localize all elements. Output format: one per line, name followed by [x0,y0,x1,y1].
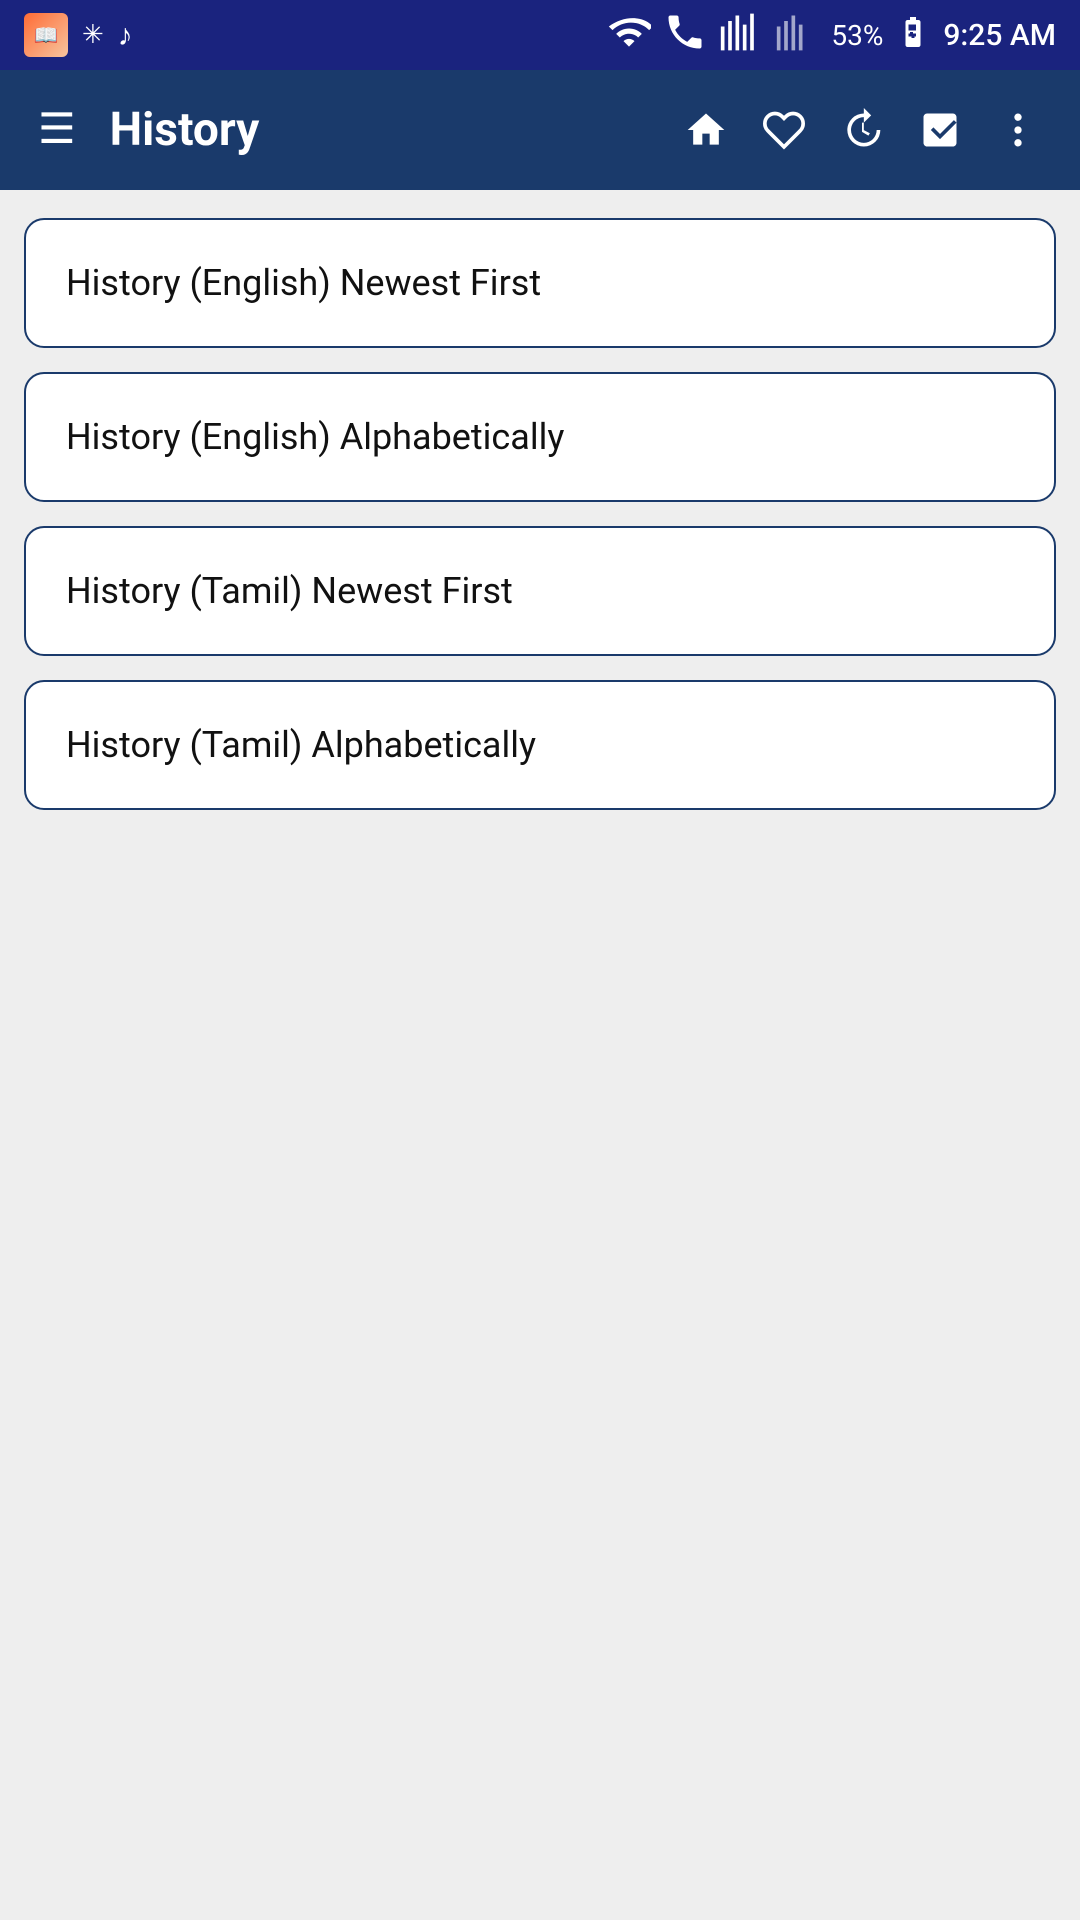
list-item[interactable]: History (English) Alphabetically [24,372,1056,502]
page-title: History [110,103,672,157]
wifi-icon [607,10,651,61]
status-bar-right-icons: 53% 9:25 AM [607,10,1056,61]
battery-text: 53% [831,19,883,52]
home-button[interactable] [672,98,740,162]
music-icon: ♪ [118,18,133,53]
list-item[interactable]: History (English) Newest First [24,218,1056,348]
pinwheel-icon: ✳ [82,20,104,50]
list-item-label: History (English) Alphabetically [66,416,564,458]
phone-icon [663,10,707,61]
toolbar-icons [672,98,1052,162]
list-item-label: History (Tamil) Alphabetically [66,724,536,766]
list-item[interactable]: History (Tamil) Newest First [24,526,1056,656]
status-bar: 📖 ✳ ♪ 53% 9: [0,0,1080,70]
list-item-label: History (English) Newest First [66,262,541,304]
menu-button[interactable]: ☰ [28,99,86,161]
more-options-button[interactable] [984,98,1052,162]
list-item-label: History (Tamil) Newest First [66,570,513,612]
history-button[interactable] [828,98,896,162]
favorites-button[interactable] [750,98,818,162]
checklist-button[interactable] [906,98,974,162]
status-time: 9:25 AM [943,18,1056,53]
toolbar: ☰ History [0,70,1080,190]
status-bar-left-icons: 📖 ✳ ♪ [24,13,133,57]
main-content: History (English) Newest First History (… [0,190,1080,1920]
app-icon: 📖 [24,13,68,57]
signal-icon [719,10,763,61]
battery-icon [895,10,931,61]
signal2-icon [775,10,819,61]
list-item[interactable]: History (Tamil) Alphabetically [24,680,1056,810]
